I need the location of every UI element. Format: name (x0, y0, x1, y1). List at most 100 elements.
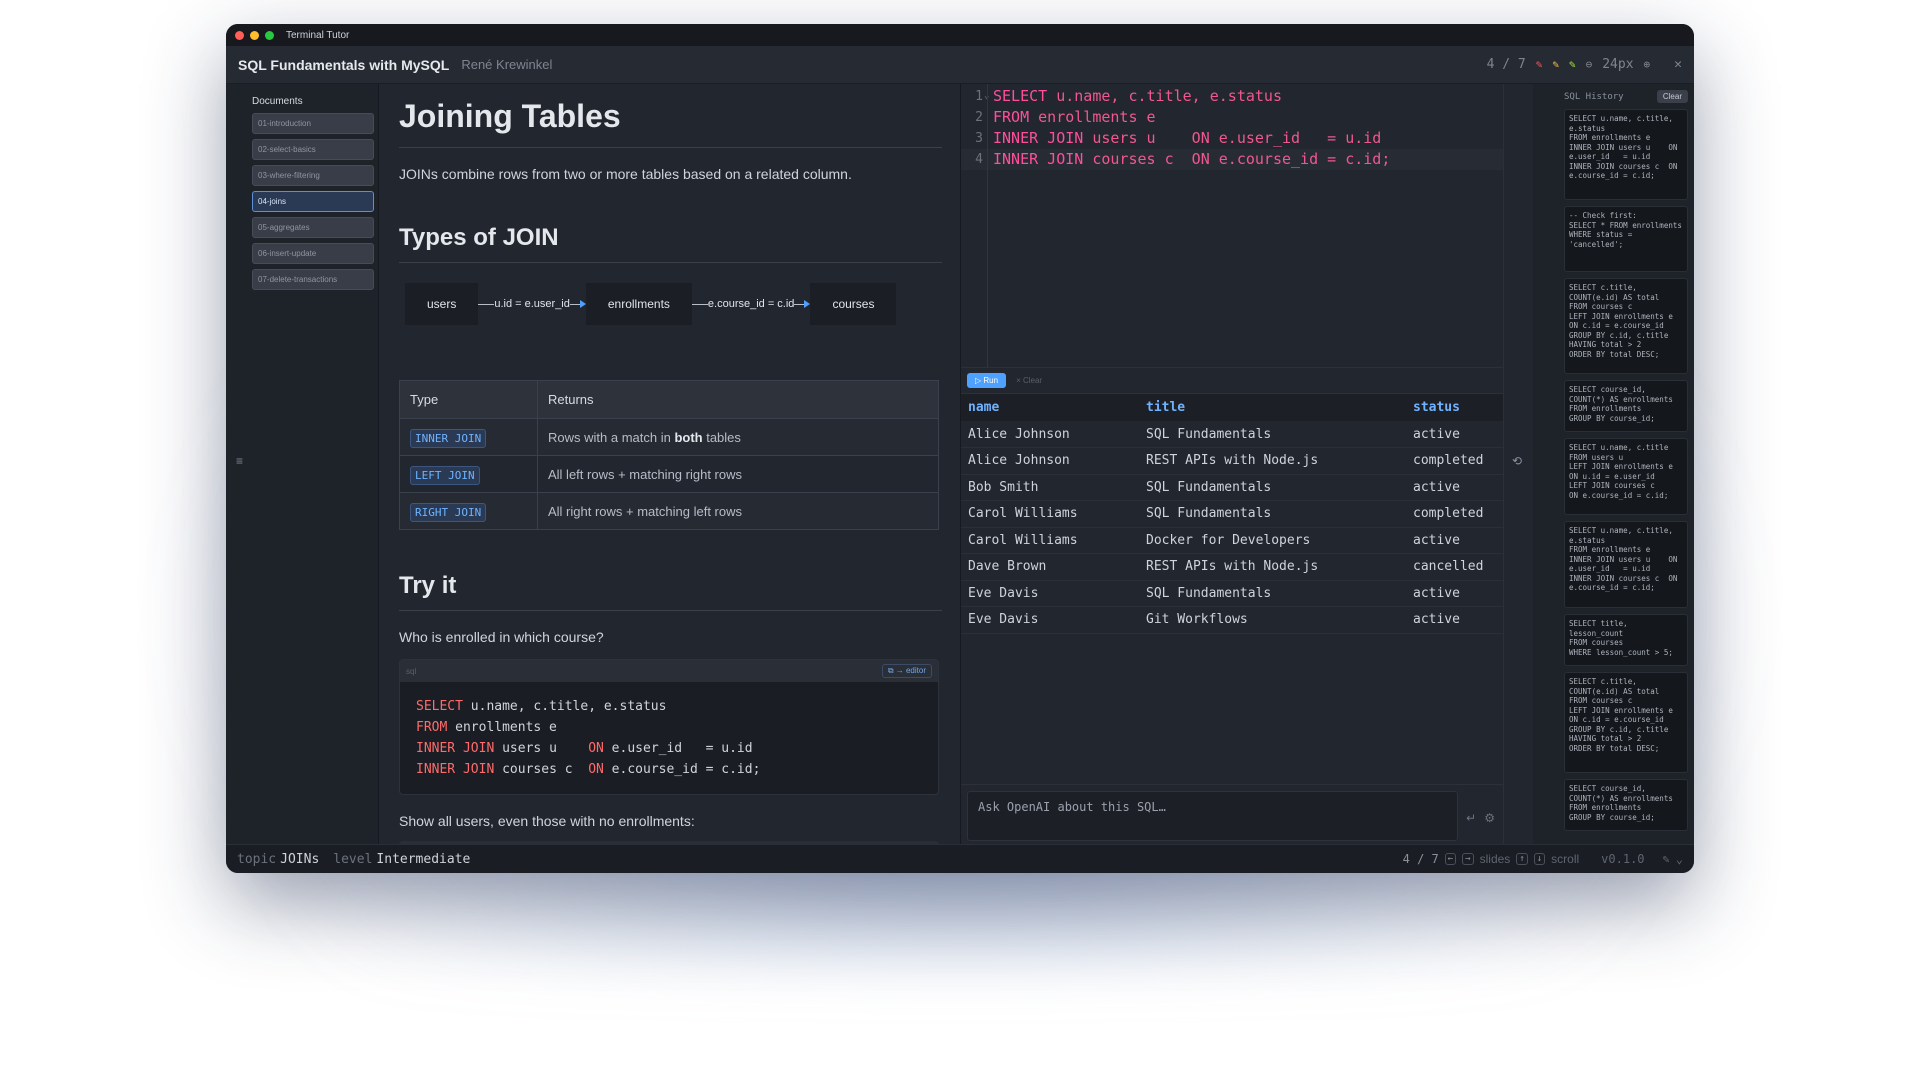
course-author: René Krewinkel (461, 57, 553, 72)
ai-bar: Ask OpenAI about this SQL… ↵ ⚙ (961, 784, 1503, 844)
code-block: sql ⧉ → editor SELECT u.name, c.title, e… (399, 659, 939, 795)
types-heading: Types of JOIN (399, 224, 942, 263)
editor-line: 1⌄ SELECT u.name, c.title, e.status (975, 87, 1282, 105)
table-row: Eve Davis Git Workflows active (961, 606, 1503, 634)
table-row: LEFT JOIN All left rows + matching right… (399, 455, 939, 493)
topic-key: topic (237, 851, 277, 867)
table-row: Alice Johnson SQL Fundamentals active (961, 421, 1503, 448)
scroll-down-key[interactable]: ↓ (1533, 853, 1546, 865)
edge-label: e.course_id = c.id (707, 298, 795, 310)
green-pen-icon[interactable]: ✎ (1569, 58, 1576, 71)
question-1: Who is enrolled in which course? (399, 629, 604, 645)
table-row: Carol Williams SQL Fundamentals completed (961, 500, 1503, 528)
send-icon[interactable]: ↵ (1466, 811, 1476, 825)
editor-line: 4 INNER JOIN courses c ON e.course_id = … (961, 149, 1503, 170)
minimize-window-button[interactable] (250, 30, 259, 40)
slides-hint: slides (1479, 852, 1511, 866)
history-item[interactable]: SELECT u.name, c.title, e.status FROM en… (1564, 521, 1688, 608)
sql-editor[interactable]: 1⌄ SELECT u.name, c.title, e.status 2 FR… (961, 84, 1503, 367)
results-panel: name title status Alice Johnson SQL Funda… (961, 393, 1503, 784)
edit-icon[interactable]: ✎ (1663, 852, 1670, 866)
sidebar-item-insert-update[interactable]: 06-insert-update (252, 243, 374, 264)
table-row: Alice Johnson REST APIs with Node.js compl… (961, 447, 1503, 475)
table-header-returns: Returns (537, 380, 939, 419)
level-value: Intermediate (376, 851, 471, 867)
join-returns: All left rows + matching right rows (537, 455, 939, 493)
sql-history-panel: SQL History Clear SELECT u.name, c.title… (1533, 84, 1694, 844)
column-header: name (961, 394, 1139, 421)
sidebar-item-delete-transactions[interactable]: 07-delete-transactions (252, 269, 374, 290)
clear-history-button[interactable]: Clear (1656, 90, 1688, 103)
sidebar-item-joins[interactable]: 04-joins (252, 191, 374, 212)
history-item[interactable]: SELECT u.name, c.title, e.status FROM en… (1564, 109, 1688, 200)
join-returns: Rows with a match in both tables (537, 418, 939, 456)
sidebar-item-introduction[interactable]: 01-introduction (252, 113, 374, 134)
scroll-hint: scroll (1551, 852, 1580, 866)
history-item[interactable]: SELECT course_id, COUNT(*) AS enrollment… (1564, 380, 1688, 432)
lesson-title: Joining Tables (399, 98, 942, 148)
sidebar-item-where-filtering[interactable]: 03-where-filtering (252, 165, 374, 186)
history-toggle: ⟲ (1503, 84, 1533, 844)
join-type-chip: RIGHT JOIN (410, 502, 487, 522)
titlebar: Terminal Tutor (226, 24, 1694, 46)
join-type-chip: INNER JOIN (410, 428, 487, 448)
next-slide-key[interactable]: → (1462, 853, 1474, 865)
sidebar-title: Documents (252, 96, 303, 107)
join-diagram: users u.id = e.user_id enrollments e.cou… (405, 283, 942, 325)
status-page: 4 / 7 (1402, 852, 1439, 866)
course-title: SQL Fundamentals with MySQL (238, 56, 450, 73)
table-row: Bob Smith SQL Fundamentals active (961, 474, 1503, 501)
history-item[interactable]: SELECT course_id, COUNT(*) AS enrollment… (1564, 779, 1688, 831)
run-bar: ▷ Run × Clear (961, 367, 1503, 393)
clear-button[interactable]: × Clear (1016, 376, 1042, 385)
red-pen-icon[interactable]: ✎ (1536, 58, 1543, 71)
history-item[interactable]: SELECT c.title, COUNT(e.id) AS total FRO… (1564, 672, 1688, 773)
code-content: SELECT u.name, c.title, e.status FROM en… (416, 699, 761, 777)
column-header: title (1139, 394, 1406, 421)
status-bar: topic JOINs level Intermediate 4 / 7 ← →… (226, 844, 1694, 873)
level-key: level (333, 851, 373, 867)
lesson-intro: JOINs combine rows from two or more tabl… (399, 166, 852, 182)
chevron-down-icon[interactable]: ⌄ (1676, 852, 1683, 866)
column-header: status (1406, 394, 1503, 421)
topic-value: JOINs (280, 851, 320, 867)
page-indicator: 4 / 7 (1486, 57, 1526, 72)
code-lang: sql (406, 666, 417, 676)
app-name: Terminal Tutor (286, 29, 350, 41)
font-size-value: 24px (1602, 57, 1634, 72)
table-header-type: Type (399, 380, 538, 419)
zoom-out-icon[interactable]: ⊖ (1586, 58, 1593, 71)
history-title: SQL History (1564, 91, 1624, 102)
join-returns: All right rows + matching left rows (537, 492, 939, 530)
ai-question-input[interactable]: Ask OpenAI about this SQL… (967, 791, 1459, 841)
history-item[interactable]: -- Check first: SELECT * FROM enrollment… (1564, 206, 1688, 272)
hamburger-icon[interactable]: ≡ (236, 454, 243, 468)
history-item[interactable]: SELECT c.title, COUNT(e.id) AS total FRO… (1564, 278, 1688, 374)
diagram-edge-enrollments-courses: e.course_id = c.id (691, 298, 811, 310)
history-icon[interactable]: ⟲ (1512, 454, 1522, 468)
history-item[interactable]: SELECT u.name, c.title FROM users u LEFT… (1564, 438, 1688, 515)
diagram-edge-users-enrollments: u.id = e.user_id (478, 298, 586, 310)
sidebar-item-select-basics[interactable]: 02-select-basics (252, 139, 374, 160)
zoom-in-icon[interactable]: ⊕ (1644, 58, 1651, 71)
close-icon[interactable]: ✕ (1674, 57, 1682, 72)
history-item[interactable]: SELECT title, lesson_count FROM courses … (1564, 614, 1688, 666)
editor-pane: 1⌄ SELECT u.name, c.title, e.status 2 FR… (961, 84, 1503, 844)
join-type-chip: LEFT JOIN (410, 465, 480, 485)
table-row: Eve Davis SQL Fundamentals active (961, 580, 1503, 607)
documents-sidebar: Documents 01-introduction 02-select-basi… (226, 84, 379, 844)
header: SQL Fundamentals with MySQL René Krewink… (226, 46, 1694, 84)
results-table: name title status Alice Johnson SQL Funda… (961, 394, 1503, 634)
to-editor-button[interactable]: ⧉ → editor (881, 664, 932, 678)
sidebar-item-aggregates[interactable]: 05-aggregates (252, 217, 374, 238)
editor-line: 3 INNER JOIN users u ON e.user_id = u.id (975, 129, 1382, 147)
question-2: Show all users, even those with no enrol… (399, 813, 695, 829)
openai-icon[interactable]: ⚙ (1484, 811, 1495, 825)
table-row: Carol Williams Docker for Developers activ… (961, 527, 1503, 554)
run-button[interactable]: ▷ Run (967, 373, 1007, 388)
zoom-window-button[interactable] (265, 30, 274, 40)
scroll-up-key[interactable]: ↑ (1516, 853, 1528, 865)
close-window-button[interactable] (235, 30, 244, 40)
prev-slide-key[interactable]: ← (1444, 853, 1457, 865)
yellow-pen-icon[interactable]: ✎ (1552, 58, 1559, 71)
